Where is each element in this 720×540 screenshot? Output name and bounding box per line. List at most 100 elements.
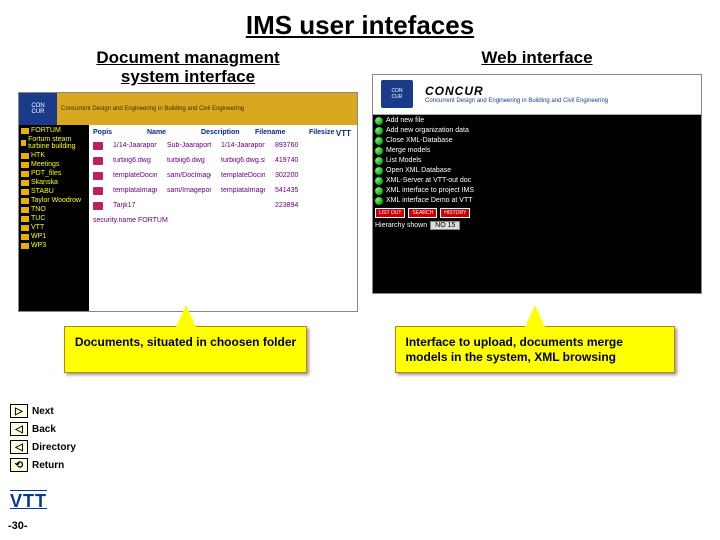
cell: templateDocimage.sbr <box>221 172 265 180</box>
cell: sam/DocImage <box>167 172 211 180</box>
folder-label: FORTUM <box>31 127 61 134</box>
folder-tree: FORTUM Fortum steam turbine building HTK Me… <box>19 125 89 311</box>
file-icon <box>93 172 103 180</box>
folder-item[interactable]: Meetings <box>21 161 87 168</box>
nav-return[interactable]: ⟲Return <box>10 458 76 472</box>
cell: templataImageportil.zip <box>221 187 265 195</box>
table-row[interactable]: templateDocimage sam/DocImage templateDoci… <box>93 172 353 180</box>
menu-item[interactable]: Close XML-Database <box>375 137 699 145</box>
menu-label: Close XML-Database <box>386 137 453 144</box>
vtt-label: VTT <box>336 129 351 138</box>
folder-item[interactable]: Taylor Woodrow <box>21 197 87 204</box>
table-row[interactable]: turbiig6.dwgturbiig6.dwgturbiig6.dwg.sbr… <box>93 157 353 165</box>
cell: templataImageportil <box>113 187 157 195</box>
nav-directory[interactable]: ◁ Directory <box>10 440 76 454</box>
menu-item[interactable]: Open XML Database <box>375 167 699 175</box>
bullet-icon <box>375 187 383 195</box>
nav-controls: ▷ Next ◁ Back ◁ Directory ⟲Return <box>10 404 76 476</box>
menu-item[interactable]: Merge models <box>375 147 699 155</box>
cell: 893760 <box>275 142 319 150</box>
menu-label: List Models <box>386 157 421 164</box>
concur-wordmark: CONCUR <box>425 84 701 98</box>
folder-item[interactable]: HTK <box>21 152 87 159</box>
folder-label: Taylor Woodrow <box>31 197 81 204</box>
menu-item[interactable]: Add new file <box>375 117 699 125</box>
bullet-icon <box>375 157 383 165</box>
action-button[interactable]: LIST OUT <box>375 208 405 218</box>
folder-icon <box>21 189 29 195</box>
folder-icon <box>21 171 29 177</box>
nav-next[interactable]: ▷ Next <box>10 404 76 418</box>
menu-label: XML-Server at VTT-out doc <box>386 177 471 184</box>
action-button[interactable]: HISTORY <box>440 208 470 218</box>
nav-icon: ▷ <box>10 404 28 418</box>
bullet-icon <box>375 197 383 205</box>
folder-item[interactable]: WP3 <box>21 242 87 249</box>
nav-label: Return <box>32 460 64 471</box>
folder-label: VTT <box>31 224 44 231</box>
folder-item[interactable]: TUC <box>21 215 87 222</box>
folder-item[interactable]: Skanska <box>21 179 87 186</box>
menu-label: XML interface to project IMS <box>386 187 474 194</box>
file-icon <box>93 157 103 165</box>
right-column: Web interface CON CUR CONCUR Concurrent … <box>372 49 702 312</box>
folder-icon <box>21 140 26 146</box>
bullet-icon <box>375 137 383 145</box>
concur-tagline: Concurrent Design and Engineering in Bui… <box>425 98 701 104</box>
nav-label: Back <box>32 424 56 435</box>
table-row[interactable]: templataImageportilsam/Imageportiltempla… <box>93 187 353 195</box>
cell: 1/14-Jaaraportil <box>113 142 157 150</box>
hierarchy-label: Hierarchy shown <box>375 222 427 229</box>
file-icon <box>93 142 103 150</box>
menu-item[interactable]: XML interface Demo at VTT <box>375 197 699 205</box>
cell: 419740 <box>275 157 319 165</box>
folder-item[interactable]: Fortum steam turbine building <box>21 136 87 150</box>
table-row[interactable]: 1/14-JaaraportilSub-Jaaraportil1/14-Jaar… <box>93 142 353 150</box>
folder-item[interactable]: FORTUM <box>21 127 87 134</box>
file-icon <box>93 202 103 210</box>
cell: Sub-Jaaraportil <box>167 142 211 150</box>
nav-back[interactable]: ◁ Back <box>10 422 76 436</box>
folder-item[interactable]: VTT <box>21 224 87 231</box>
bullet-icon <box>375 177 383 185</box>
menu-item[interactable]: XML interface to project IMS <box>375 187 699 195</box>
web-interface-screenshot: CON CUR CONCUR Concurrent Design and Eng… <box>372 74 702 294</box>
folder-item[interactable]: TNO <box>21 206 87 213</box>
folder-item[interactable]: WP1 <box>21 233 87 240</box>
security-footer: security.name FORTUM <box>93 217 353 224</box>
concur-banner: Concurrent Design and Engineering in Bui… <box>57 93 357 125</box>
concur-logo-icon: CON CUR <box>381 80 413 108</box>
cell: turbiig6.dwg <box>167 157 211 165</box>
folder-icon <box>21 180 29 186</box>
doc-list-header: PopisNameDescriptionFilenameFilesize <box>93 129 353 136</box>
menu-item[interactable]: List Models <box>375 157 699 165</box>
left-callout: Documents, situated in choosen folder <box>64 326 307 373</box>
column-header: Name <box>147 129 191 136</box>
folder-item[interactable]: PDT_files <box>21 170 87 177</box>
cell: turbiig6.dwg <box>113 157 157 165</box>
document-list: PopisNameDescriptionFilenameFilesize 1/1… <box>89 125 357 311</box>
folder-label: Skanska <box>31 179 58 186</box>
cell: 541435 <box>275 187 319 195</box>
nav-label: Next <box>32 406 54 417</box>
folder-icon <box>21 198 29 204</box>
folder-label: Fortum steam turbine building <box>28 136 87 150</box>
folder-label: WP3 <box>31 242 46 249</box>
folder-item[interactable]: STABU <box>21 188 87 195</box>
cell <box>221 202 265 210</box>
action-button[interactable]: SEARCH <box>408 208 437 218</box>
bullet-icon <box>375 147 383 155</box>
nav-icon: ◁ <box>10 440 28 454</box>
folder-icon <box>21 216 29 222</box>
folder-label: WP1 <box>31 233 46 240</box>
cell: templateDocimage <box>113 172 157 180</box>
bullet-icon <box>375 117 383 125</box>
menu-item[interactable]: XML-Server at VTT-out doc <box>375 177 699 185</box>
table-row[interactable]: Tarjk17223894 <box>93 202 353 210</box>
nav-icon: ◁ <box>10 422 28 436</box>
slide-title: IMS user intefaces <box>0 0 720 49</box>
menu-item[interactable]: Add new organization data <box>375 127 699 135</box>
action-buttons: LIST OUTSEARCHHISTORY <box>375 208 699 218</box>
nav-label: Directory <box>32 442 76 453</box>
vtt-logo: VTT <box>10 491 47 512</box>
